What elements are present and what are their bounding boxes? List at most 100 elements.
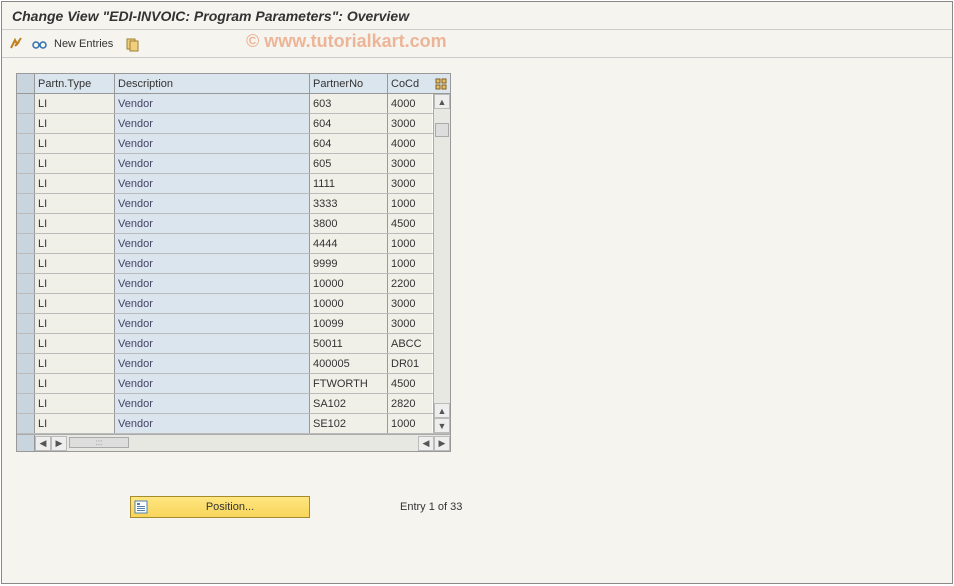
table-row[interactable]: LIVendor100003000 [17, 294, 450, 314]
cell-cocd[interactable]: ABCC [388, 334, 432, 353]
cell-cocd[interactable]: DR01 [388, 354, 432, 373]
glasses-icon[interactable] [30, 35, 48, 53]
cell-partn-type[interactable]: LI [35, 94, 115, 113]
cell-partner-no[interactable]: 4444 [310, 234, 388, 253]
scroll-left-arrow-icon[interactable]: ◀ [35, 436, 51, 451]
scroll-left2-arrow-icon[interactable]: ◀ [418, 436, 434, 451]
table-row[interactable]: LIVendor6043000 [17, 114, 450, 134]
cell-cocd[interactable]: 1000 [388, 254, 432, 273]
cell-partn-type[interactable]: LI [35, 314, 115, 333]
table-row[interactable]: LIVendor100993000 [17, 314, 450, 334]
cell-partner-no[interactable]: 10099 [310, 314, 388, 333]
cell-cocd[interactable]: 4000 [388, 134, 432, 153]
row-selector[interactable] [17, 354, 35, 373]
cell-cocd[interactable]: 2200 [388, 274, 432, 293]
hscroll-track[interactable]: ::: [67, 436, 418, 451]
cell-partn-type[interactable]: LI [35, 354, 115, 373]
cell-partn-type[interactable]: LI [35, 414, 115, 433]
cell-partner-no[interactable]: 604 [310, 134, 388, 153]
copy-icon[interactable] [123, 35, 141, 53]
cell-partn-type[interactable]: LI [35, 154, 115, 173]
row-selector[interactable] [17, 134, 35, 153]
cell-partn-type[interactable]: LI [35, 374, 115, 393]
scroll-right2-arrow-icon[interactable]: ▶ [434, 436, 450, 451]
table-row[interactable]: LIVendor11113000 [17, 174, 450, 194]
scroll-up2-arrow-icon[interactable]: ▲ [434, 403, 450, 418]
cell-cocd[interactable]: 3000 [388, 114, 432, 133]
cell-partn-type[interactable]: LI [35, 134, 115, 153]
cell-partner-no[interactable]: 9999 [310, 254, 388, 273]
cell-partner-no[interactable]: FTWORTH [310, 374, 388, 393]
cell-cocd[interactable]: 3000 [388, 294, 432, 313]
row-selector[interactable] [17, 114, 35, 133]
cell-partn-type[interactable]: LI [35, 174, 115, 193]
cell-partner-no[interactable]: 604 [310, 114, 388, 133]
select-all-header[interactable] [17, 74, 35, 93]
cell-cocd[interactable]: 4500 [388, 214, 432, 233]
cell-cocd[interactable]: 1000 [388, 194, 432, 213]
table-row[interactable]: LIVendorSE1021000 [17, 414, 450, 434]
table-row[interactable]: LIVendor44441000 [17, 234, 450, 254]
row-selector[interactable] [17, 334, 35, 353]
cell-partner-no[interactable]: 50011 [310, 334, 388, 353]
table-row[interactable]: LIVendor100002200 [17, 274, 450, 294]
cell-partn-type[interactable]: LI [35, 394, 115, 413]
table-row[interactable]: LIVendor33331000 [17, 194, 450, 214]
table-row[interactable]: LIVendor6044000 [17, 134, 450, 154]
row-selector[interactable] [17, 154, 35, 173]
cell-partn-type[interactable]: LI [35, 294, 115, 313]
table-settings-icon[interactable] [432, 74, 450, 93]
cell-partner-no[interactable]: 3333 [310, 194, 388, 213]
cell-partner-no[interactable]: 3800 [310, 214, 388, 233]
cell-cocd[interactable]: 2820 [388, 394, 432, 413]
table-row[interactable]: LIVendorSA1022820 [17, 394, 450, 414]
cell-partn-type[interactable]: LI [35, 114, 115, 133]
cell-partner-no[interactable]: 605 [310, 154, 388, 173]
row-selector[interactable] [17, 374, 35, 393]
table-row[interactable]: LIVendorFTWORTH4500 [17, 374, 450, 394]
cell-cocd[interactable]: 1000 [388, 414, 432, 433]
table-row[interactable]: LIVendor99991000 [17, 254, 450, 274]
cell-partn-type[interactable]: LI [35, 334, 115, 353]
cell-partner-no[interactable]: 10000 [310, 274, 388, 293]
cell-partn-type[interactable]: LI [35, 214, 115, 233]
row-selector[interactable] [17, 174, 35, 193]
row-selector[interactable] [17, 254, 35, 273]
cell-partn-type[interactable]: LI [35, 254, 115, 273]
scroll-down-arrow-icon[interactable]: ▼ [434, 418, 450, 433]
cell-partn-type[interactable]: LI [35, 194, 115, 213]
cell-partner-no[interactable]: 10000 [310, 294, 388, 313]
cell-partn-type[interactable]: LI [35, 234, 115, 253]
cell-cocd[interactable]: 4500 [388, 374, 432, 393]
table-row[interactable]: LIVendor50011ABCC [17, 334, 450, 354]
cell-partn-type[interactable]: LI [35, 274, 115, 293]
cell-cocd[interactable]: 3000 [388, 314, 432, 333]
table-row[interactable]: LIVendor6053000 [17, 154, 450, 174]
row-selector[interactable] [17, 294, 35, 313]
row-selector[interactable] [17, 94, 35, 113]
cell-partner-no[interactable]: 1111 [310, 174, 388, 193]
vscroll-track[interactable] [434, 109, 450, 403]
cell-partner-no[interactable]: 603 [310, 94, 388, 113]
cell-cocd[interactable]: 4000 [388, 94, 432, 113]
cell-cocd[interactable]: 1000 [388, 234, 432, 253]
table-row[interactable]: LIVendor6034000 [17, 94, 450, 114]
column-header-description[interactable]: Description [115, 74, 310, 93]
row-selector[interactable] [17, 394, 35, 413]
cell-partner-no[interactable]: SE102 [310, 414, 388, 433]
scroll-up-arrow-icon[interactable]: ▲ [434, 94, 450, 109]
column-header-partn-type[interactable]: Partn.Type [35, 74, 115, 93]
cell-cocd[interactable]: 3000 [388, 174, 432, 193]
row-selector[interactable] [17, 274, 35, 293]
table-row[interactable]: LIVendor38004500 [17, 214, 450, 234]
cell-partner-no[interactable]: 400005 [310, 354, 388, 373]
row-selector[interactable] [17, 194, 35, 213]
table-row[interactable]: LIVendor400005DR01 [17, 354, 450, 374]
row-selector[interactable] [17, 234, 35, 253]
cell-partner-no[interactable]: SA102 [310, 394, 388, 413]
column-header-partner-no[interactable]: PartnerNo [310, 74, 388, 93]
hscroll-thumb[interactable]: ::: [69, 437, 129, 448]
column-header-cocd[interactable]: CoCd [388, 74, 432, 93]
cell-cocd[interactable]: 3000 [388, 154, 432, 173]
row-selector[interactable] [17, 314, 35, 333]
